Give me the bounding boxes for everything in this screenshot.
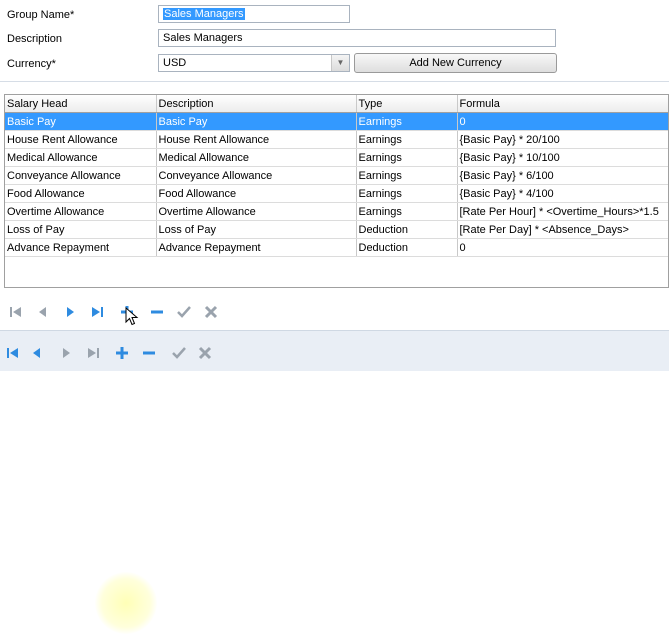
divider [0, 81, 669, 82]
empty-row [5, 274, 668, 287]
form-navigator [0, 331, 669, 371]
cell-salary-head[interactable]: Overtime Allowance [5, 202, 157, 221]
cursor-highlight [95, 572, 157, 634]
cell-description[interactable]: Overtime Allowance [156, 202, 357, 221]
cell-formula[interactable]: {Basic Pay} * 4/100 [457, 184, 668, 203]
currency-label: Currency* [7, 58, 56, 70]
last-record-icon[interactable] [88, 303, 106, 321]
add-icon[interactable] [113, 344, 131, 362]
remove-icon[interactable] [148, 303, 166, 321]
table-row[interactable]: Loss of Pay Loss of Pay Deduction [Rate Per… [5, 220, 668, 239]
cell-formula[interactable]: 0 [457, 238, 668, 257]
cell-formula[interactable]: [Rate Per Day] * <Absence_Days> [457, 220, 668, 239]
mouse-cursor-icon [125, 306, 139, 330]
cell-salary-head[interactable]: Basic Pay [5, 112, 157, 131]
group-name-field[interactable]: Sales Managers [158, 5, 350, 23]
cell-salary-head[interactable]: House Rent Allowance [5, 130, 157, 149]
table-row[interactable]: Overtime Allowance Overtime Allowance Earn… [5, 202, 668, 221]
cell-salary-head[interactable]: Conveyance Allowance [5, 166, 157, 185]
previous-record-icon[interactable] [28, 344, 46, 362]
empty-cell [156, 257, 356, 275]
table-row[interactable]: Basic Pay Basic Pay Earnings 0 [5, 112, 668, 131]
cell-description[interactable]: Medical Allowance [156, 148, 357, 167]
group-name-value: Sales Managers [163, 8, 245, 20]
empty-cell [5, 274, 156, 287]
save-check-icon[interactable] [175, 303, 193, 321]
currency-select[interactable]: USD ▼ [158, 54, 350, 72]
cell-type[interactable]: Earnings [356, 202, 458, 221]
cell-description[interactable]: Conveyance Allowance [156, 166, 357, 185]
first-record-icon[interactable] [7, 303, 25, 321]
cell-type[interactable]: Earnings [356, 112, 458, 131]
cancel-x-icon[interactable] [196, 344, 214, 362]
table-row[interactable]: Conveyance Allowance Conveyance Allowance… [5, 166, 668, 185]
cell-type[interactable]: Earnings [356, 166, 458, 185]
empty-cell [356, 274, 457, 287]
cell-description[interactable]: Advance Repayment [156, 238, 357, 257]
last-record-icon[interactable] [84, 344, 102, 362]
grid-header-row: Salary Head Description Type Formula [5, 95, 668, 113]
column-header-formula[interactable]: Formula [457, 95, 668, 113]
cell-salary-head[interactable]: Medical Allowance [5, 148, 157, 167]
cell-type[interactable]: Earnings [356, 130, 458, 149]
previous-record-icon[interactable] [34, 303, 52, 321]
table-row[interactable]: Medical Allowance Medical Allowance Earnin… [5, 148, 668, 167]
table-row[interactable]: House Rent Allowance House Rent Allowance… [5, 130, 668, 149]
cancel-x-icon[interactable] [202, 303, 220, 321]
cell-formula[interactable]: [Rate Per Hour] * <Overtime_Hours>*1.5 [457, 202, 668, 221]
cell-type[interactable]: Deduction [356, 238, 458, 257]
column-header-salary-head[interactable]: Salary Head [5, 95, 157, 113]
empty-row [5, 257, 668, 275]
empty-cell [156, 274, 356, 287]
grid-navigator [0, 297, 669, 634]
chevron-down-icon[interactable]: ▼ [331, 55, 349, 71]
cell-description[interactable]: Food Allowance [156, 184, 357, 203]
column-header-description[interactable]: Description [156, 95, 357, 113]
cell-salary-head[interactable]: Food Allowance [5, 184, 157, 203]
empty-cell [5, 257, 156, 275]
cell-salary-head[interactable]: Advance Repayment [5, 238, 157, 257]
cell-description[interactable]: House Rent Allowance [156, 130, 357, 149]
remove-icon[interactable] [140, 344, 158, 362]
save-check-icon[interactable] [170, 344, 188, 362]
cell-description[interactable]: Basic Pay [156, 112, 357, 131]
cell-formula[interactable]: {Basic Pay} * 10/100 [457, 148, 668, 167]
cell-formula[interactable]: 0 [457, 112, 668, 131]
cell-description[interactable]: Loss of Pay [156, 220, 357, 239]
first-record-icon[interactable] [4, 344, 22, 362]
table-row[interactable]: Advance Repayment Advance Repayment Deduct… [5, 238, 668, 257]
description-field[interactable]: Sales Managers [158, 29, 556, 47]
cell-type[interactable]: Earnings [356, 184, 458, 203]
add-new-currency-button[interactable]: Add New Currency [354, 53, 557, 73]
empty-cell [356, 257, 457, 275]
empty-cell [457, 257, 668, 275]
cell-salary-head[interactable]: Loss of Pay [5, 220, 157, 239]
cell-type[interactable]: Deduction [356, 220, 458, 239]
cell-type[interactable]: Earnings [356, 148, 458, 167]
next-record-icon[interactable] [61, 303, 79, 321]
table-row[interactable]: Food Allowance Food Allowance Earnings {Bas… [5, 184, 668, 203]
salary-head-grid[interactable]: Salary Head Description Type Formula Bas… [4, 94, 669, 288]
next-record-icon[interactable] [57, 344, 75, 362]
cell-formula[interactable]: {Basic Pay} * 6/100 [457, 166, 668, 185]
column-header-type[interactable]: Type [356, 95, 458, 113]
empty-cell [457, 274, 668, 287]
group-name-label: Group Name* [7, 9, 75, 21]
cell-formula[interactable]: {Basic Pay} * 20/100 [457, 130, 668, 149]
description-label: Description [7, 33, 63, 45]
currency-value: USD [163, 57, 187, 69]
